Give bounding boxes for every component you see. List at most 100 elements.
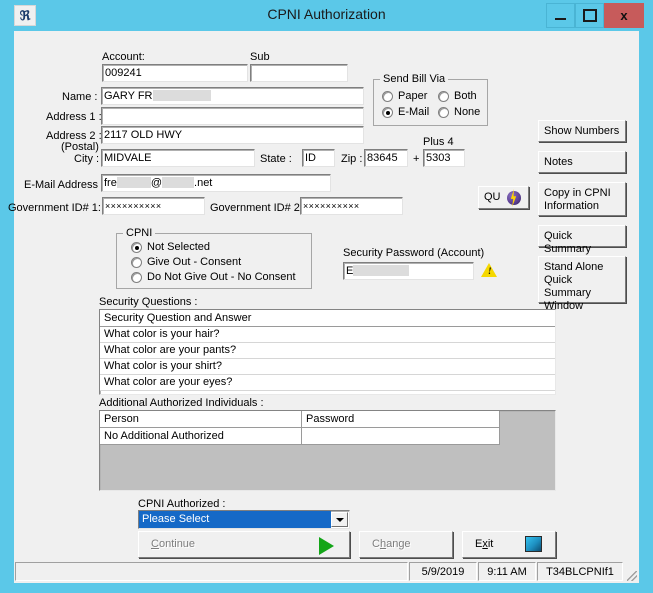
grid-cell-password [302,428,500,445]
continue-accel: C [151,538,159,550]
email-local-redaction [116,177,151,188]
email-at: @ [150,177,163,189]
qu-button[interactable]: QU [478,186,529,209]
email-input[interactable]: fre @ .net [101,174,331,192]
radio-cpni-give-out-consent[interactable]: Give Out - Consent [131,256,241,268]
radio-send-bill-both-label: Both [454,90,477,102]
list-item[interactable]: What color is your hair? [100,327,555,343]
security-questions-header: Security Question and Answer [100,310,555,327]
change-button[interactable]: Change [359,531,453,558]
grid-cell-person: No Additional Authorized [100,428,302,445]
grid-column-password: Password [302,411,500,428]
copy-in-cpni-information-button[interactable]: Copy in CPNI Information [538,182,626,216]
exit-label-rest: it [487,538,494,550]
city-input[interactable]: MIDVALE [101,149,255,167]
radio-send-bill-none[interactable]: None [438,106,480,118]
plus4-input[interactable]: 5303 [423,149,465,167]
grid-header-row: Person Password [100,411,555,428]
security-password-input[interactable]: E [343,262,474,280]
continue-label: ontinue [158,538,196,550]
stand-alone-quick-summary-window-button[interactable]: Stand Alone Quick Summary Window [538,256,626,312]
email-prefix: fre [104,177,117,189]
send-bill-via-group: Send Bill Via Paper Both E-Mail None [373,73,488,126]
window-controls: x [546,3,644,28]
status-bar: 5/9/2019 9:11 AM T34BLCPNIf1 [14,560,639,583]
radio-cpni-do-not-give-out[interactable]: Do Not Give Out - No Consent [131,271,296,283]
address2-input[interactable]: 2117 OLD HWY [101,126,364,144]
lightning-bolt-icon [507,191,521,205]
maximize-icon [582,9,597,22]
state-input[interactable]: ID [302,149,335,167]
city-label: City : [74,153,100,165]
notes-button[interactable]: Notes [538,151,626,173]
list-item[interactable]: What color are your pants? [100,343,555,359]
name-input[interactable]: GARY FR [101,87,364,105]
radio-cpni-not-selected[interactable]: Not Selected [131,241,210,253]
chevron-down-icon[interactable] [331,512,348,527]
list-item[interactable]: What color is your shirt? [100,359,555,375]
status-time: 9:11 AM [478,562,536,581]
list-item[interactable]: What color are your eyes? [100,375,555,391]
plus-sign-label: + [413,153,420,165]
govid1-input[interactable]: ×××××××××× [102,197,205,215]
radio-send-bill-email[interactable]: E-Mail [382,106,429,118]
cpni-authorized-selected-value: Please Select [139,511,331,528]
status-message [15,562,408,581]
govid2-input[interactable]: ×××××××××× [300,197,403,215]
close-button[interactable]: x [604,3,644,28]
quick-summary-button[interactable]: Quick Summary [538,225,626,255]
status-date: 5/9/2019 [409,562,477,581]
security-password-label: Security Password (Account) [343,247,485,259]
address1-input[interactable] [101,107,364,125]
cpni-group: CPNI Not Selected Give Out - Consent Do … [116,227,312,289]
client-area: Account: 009241 Sub Name : GARY FR Addre… [8,31,639,560]
show-numbers-button[interactable]: Show Numbers [538,120,626,142]
change-label-prefix: C [372,538,380,550]
address2-postal-label: (Postal) [61,141,99,153]
green-arrow-icon [319,537,334,555]
minimize-icon [555,18,566,20]
plus4-label: Plus 4 [423,136,454,148]
zip-label: Zip : [341,153,363,165]
zip-input[interactable]: 83645 [364,149,408,167]
continue-button[interactable]: Continue [138,531,350,558]
warning-icon: ! [481,263,497,277]
radio-send-bill-both[interactable]: Both [438,90,477,102]
security-password-redaction [353,265,410,276]
cpni-authorized-label: CPNI Authorized : [138,498,226,510]
radio-cpni-do-not-give-out-label: Do Not Give Out - No Consent [147,271,296,283]
change-label-rest: ange [386,538,411,550]
radio-send-bill-none-label: None [454,106,481,118]
table-row[interactable]: No Additional Authorized [100,428,555,445]
sub-label: Sub [250,51,270,63]
account-label: Account: [102,51,145,63]
resize-grip-icon[interactable] [623,560,639,583]
sub-input[interactable] [250,64,348,82]
radio-cpni-not-selected-label: Not Selected [147,241,210,253]
cpni-authorization-window: ℜ CPNI Authorization x Account: 009241 S… [0,0,653,593]
qu-button-label: QU [484,191,501,203]
title-bar: ℜ CPNI Authorization x [0,0,653,31]
minimize-button[interactable] [546,3,575,28]
radio-send-bill-paper-label: Paper [398,90,428,102]
additional-authorized-grid[interactable]: Person Password No Additional Authorized [99,410,556,491]
grid-column-person: Person [100,411,302,428]
radio-send-bill-paper[interactable]: Paper [382,90,427,102]
cpni-authorized-select[interactable]: Please Select [138,510,350,529]
name-value: GARY FR [104,90,153,102]
radio-cpni-give-out-consent-label: Give Out - Consent [147,256,242,268]
security-questions-label: Security Questions : [99,296,198,308]
name-redaction [152,90,211,101]
email-suffix: .net [194,177,213,189]
security-password-value: E [346,265,354,277]
address1-label: Address 1 : [46,111,102,123]
additional-authorized-label: Additional Authorized Individuals : [99,397,264,409]
account-input[interactable]: 009241 [102,64,248,82]
send-bill-via-title: Send Bill Via [380,73,449,85]
maximize-button[interactable] [575,3,604,28]
email-domain-redaction [162,177,195,188]
security-questions-list[interactable]: Security Question and Answer What color … [99,309,556,395]
cpni-group-title: CPNI [123,227,156,239]
exit-button[interactable]: Exit [462,531,556,558]
warning-icon-glyph: ! [488,266,492,276]
